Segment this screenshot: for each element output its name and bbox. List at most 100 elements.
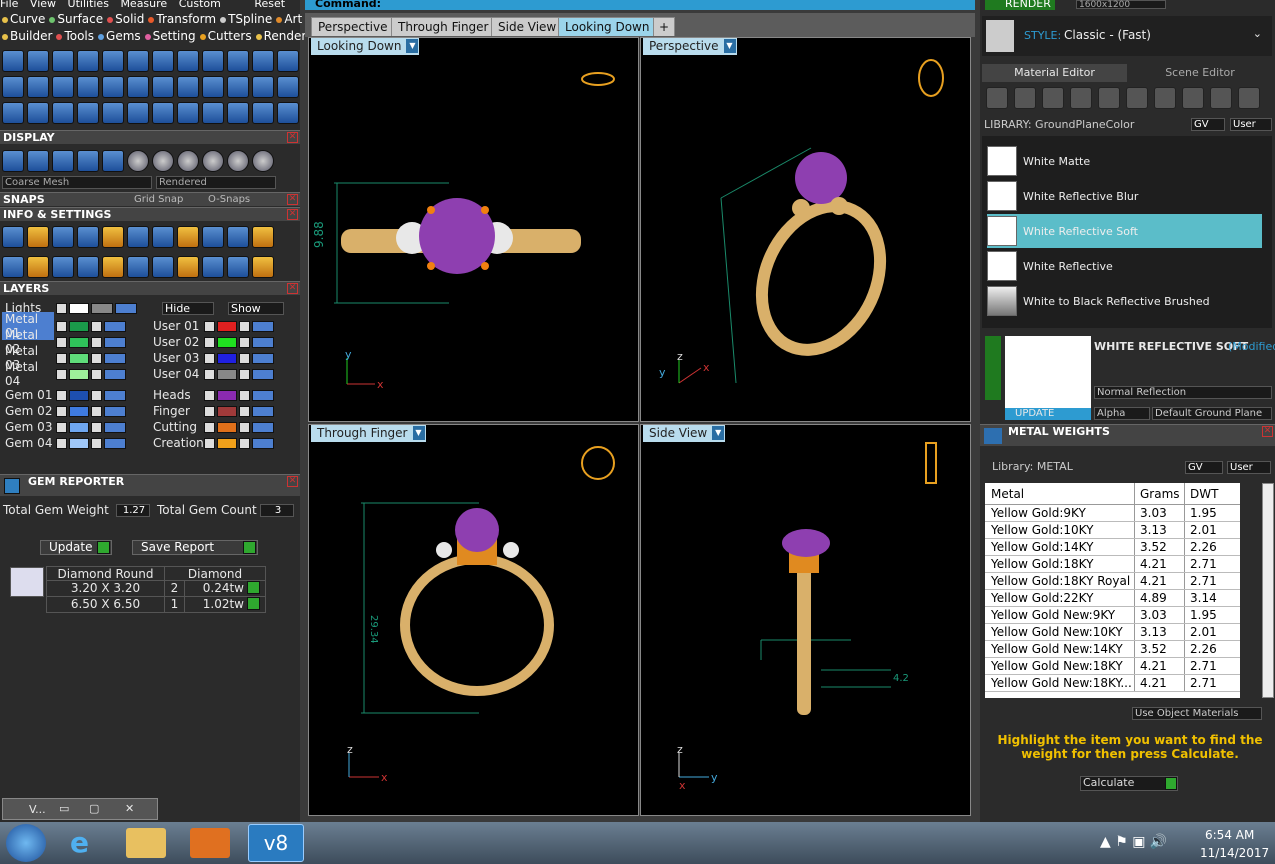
layer-color-swatch[interactable] [69,389,89,401]
surface-tool-icon[interactable] [52,150,74,172]
gem-tool-icon[interactable] [27,50,49,72]
layer-row[interactable]: Gem 04 [2,435,142,451]
table-row[interactable]: Yellow Gold:9KY 3.03 1.95 [985,505,1240,522]
visibility-toggle[interactable] [104,368,126,380]
v8-app-button[interactable]: v8 [248,824,304,862]
expand-icon[interactable] [204,421,215,433]
surface-tool-icon[interactable] [52,256,74,278]
layer-color-swatch[interactable] [69,352,89,364]
layer-name[interactable]: Gem 01 [2,388,54,402]
transform-tool-icon[interactable] [127,102,149,124]
layer-row[interactable]: Creation [150,435,290,451]
layer-color-swatch[interactable] [69,437,89,449]
expand-icon[interactable] [56,389,67,401]
sphere-icon[interactable] [1042,87,1064,109]
layer-row[interactable]: Cutting [150,419,290,435]
layer-color-swatch[interactable] [69,405,89,417]
save-report-button[interactable]: Save Report [132,540,258,555]
lock-icon[interactable] [239,336,250,348]
tab-material-editor[interactable]: Material Editor [982,64,1127,82]
layer-row[interactable]: User 03 [150,350,290,366]
material-item[interactable]: White Reflective Blur [987,179,1262,213]
lock-icon[interactable] [91,405,102,417]
curve-tool-icon[interactable] [2,226,24,248]
expand-icon[interactable] [56,320,67,332]
gem-tool-icon[interactable] [27,226,49,248]
ie-icon[interactable]: e [70,826,106,860]
table-row[interactable]: Yellow Gold New:18KY... 4.21 2.71 [985,675,1240,692]
mirror-tool-icon[interactable] [152,50,174,72]
layer-name[interactable]: Metal 04 [2,360,54,388]
render-button[interactable]: RENDER [985,0,1055,10]
transform-tool-icon[interactable] [127,150,149,172]
menu-utilities[interactable]: Utilities [68,0,109,10]
collapse-arrow[interactable] [985,336,1001,400]
hide-button[interactable]: Hide [162,302,214,315]
osnaps-toggle[interactable]: O-Snaps [208,193,250,206]
layer-row[interactable]: User 04 [150,366,290,382]
expand-icon[interactable] [56,421,67,433]
setting-tool-icon[interactable] [227,50,249,72]
lock-icon[interactable] [91,389,102,401]
transform-tool-icon[interactable] [127,226,149,248]
mini-window[interactable]: V... ▭ ▢ ✕ [2,798,158,820]
layer-name[interactable]: User 04 [150,367,202,381]
mirror-tool-icon[interactable] [152,150,174,172]
layer-row[interactable]: Gem 01 [2,387,142,403]
pattern-icon[interactable] [1126,87,1148,109]
tab-through-finger[interactable]: Through Finger [391,17,496,36]
solid-tool-icon[interactable] [77,76,99,98]
scale-tool-icon[interactable] [177,256,199,278]
layer-name[interactable]: Gem 02 [2,404,54,418]
grid-icon[interactable] [1154,87,1176,109]
expand-icon[interactable] [204,389,215,401]
maximize-icon[interactable]: ▢ [89,802,99,815]
gem-icon[interactable] [1014,87,1036,109]
tab-perspective[interactable]: Perspective [311,17,395,36]
visibility-toggle[interactable] [252,352,274,364]
setting-tool-icon[interactable] [227,256,249,278]
layer-color-swatch[interactable] [217,336,237,348]
show-button[interactable]: Show [228,302,284,315]
expand-icon[interactable] [56,302,67,314]
menu-reset[interactable]: Reset [254,0,285,10]
layer-row[interactable]: Finger [150,403,290,419]
transform-tool-icon[interactable] [127,76,149,98]
viewport-perspective[interactable]: Perspective ▼ xzy [640,37,971,422]
expand-icon[interactable] [56,336,67,348]
layer-color-swatch[interactable] [69,421,89,433]
layer-name[interactable]: Finger [150,404,202,418]
close-icon[interactable]: ✕ [287,283,298,294]
visibility-toggle[interactable] [104,320,126,332]
cutter-tool-icon[interactable] [252,76,274,98]
scrollbar[interactable] [1262,483,1274,698]
surface-tool-icon[interactable] [52,50,74,72]
start-button[interactable] [6,824,46,862]
table-row[interactable]: Yellow Gold:14KY 3.52 2.26 [985,539,1240,556]
layer-name[interactable]: User 02 [150,335,202,349]
tab-tools[interactable]: Tools [56,29,94,43]
lock-icon[interactable] [239,421,250,433]
checker-icon[interactable] [1098,87,1120,109]
cutter-tool-icon[interactable] [252,150,274,172]
curve-tool-icon[interactable] [2,256,24,278]
user-toggle[interactable]: User [1230,118,1272,131]
scale-tool-icon[interactable] [177,226,199,248]
flask-icon[interactable] [986,87,1008,109]
solid-tool-icon[interactable] [77,50,99,72]
layer-color-swatch[interactable] [217,421,237,433]
visibility-toggle[interactable] [104,405,126,417]
cutter-tool-icon[interactable] [252,256,274,278]
layer-name[interactable]: Creation [150,436,204,450]
visibility-toggle[interactable] [104,389,126,401]
light-icon[interactable] [1238,87,1260,109]
visibility-toggle[interactable] [104,437,126,449]
gv-toggle[interactable]: GV [1185,461,1223,474]
material-item[interactable]: White Matte [987,144,1262,178]
paint-icon[interactable] [1210,87,1232,109]
tab-side-view[interactable]: Side View [491,17,564,36]
calculate-button[interactable]: Calculate [1080,776,1178,791]
menu-view[interactable]: View [30,0,56,10]
visibility-toggle[interactable] [252,437,274,449]
layer-color-swatch[interactable] [69,368,89,380]
